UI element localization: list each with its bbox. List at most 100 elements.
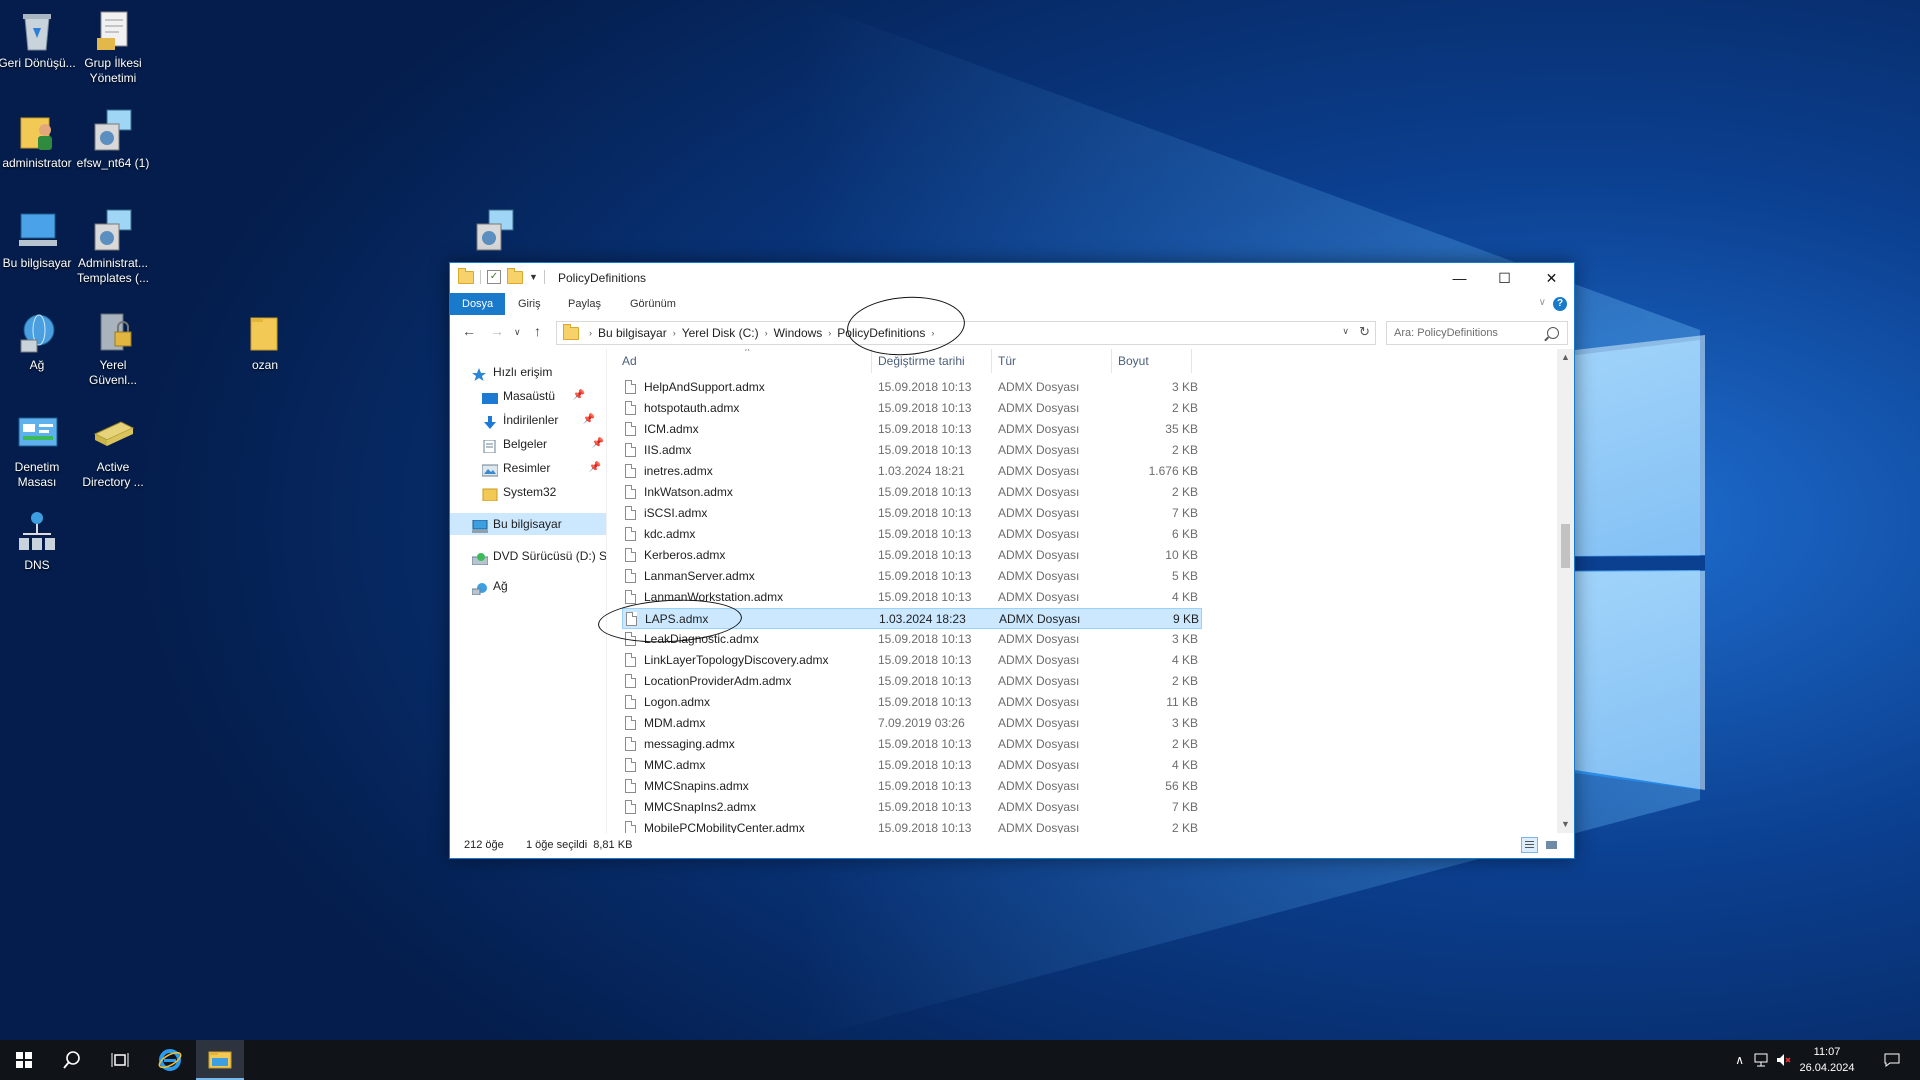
table-row[interactable]: MobilePCMobilityCenter.admx 15.09.2018 10… [622, 818, 1202, 833]
nav-item-desktop[interactable]: Masaüstü 📌 [482, 385, 585, 407]
internet-explorer-button[interactable] [146, 1040, 194, 1080]
column-date[interactable]: Değiştirme tarihi [872, 349, 992, 373]
table-row[interactable]: IIS.admx 15.09.2018 10:13 ADMX Dosyası 2 KB [622, 440, 1202, 461]
search-icon[interactable] [1547, 327, 1559, 339]
table-row[interactable]: Logon.admx 15.09.2018 10:13 ADMX Dosyası 11… [622, 692, 1202, 713]
breadcrumb-local-disk[interactable]: Yerel Disk (C:) [678, 326, 763, 340]
table-row[interactable]: MMCSnapins.admx 15.09.2018 10:13 ADMX Dosy… [622, 776, 1202, 797]
nav-quick-access[interactable]: Hızlı erişim [472, 361, 552, 383]
desktop-icon-network[interactable]: Ağ [0, 310, 78, 373]
large-icons-view-icon[interactable] [1543, 837, 1560, 853]
desktop-icon-admin-templates[interactable]: Administrat... Templates (... [72, 208, 154, 286]
volume-muted-icon[interactable] [1776, 1053, 1792, 1070]
table-row[interactable]: hotspotauth.admx 15.09.2018 10:13 ADMX Dos… [622, 398, 1202, 419]
breadcrumb-chevron-icon[interactable]: › [671, 328, 678, 338]
table-row[interactable]: MDM.admx 7.09.2019 03:26 ADMX Dosyası 3 KB [622, 713, 1202, 734]
nav-dvd-drive[interactable]: DVD Sürücüsü (D:) SS [471, 545, 606, 567]
clock[interactable]: 11:07 26.04.2024 [1792, 1044, 1862, 1076]
up-arrow-icon[interactable]: ↑ [534, 323, 541, 339]
table-row[interactable]: LinkLayerTopologyDiscovery.admx 15.09.201… [622, 650, 1202, 671]
breadcrumb-chevron-icon[interactable]: › [587, 328, 594, 338]
desktop-icon-ozan-folder[interactable]: ozan [224, 310, 306, 373]
desktop-icon-dns[interactable]: DNS [0, 510, 78, 573]
properties-check-icon[interactable]: ✓ [487, 270, 501, 284]
pin-icon[interactable]: 📌 [573, 385, 585, 407]
table-row[interactable]: messaging.admx 15.09.2018 10:13 ADMX Dosya… [622, 734, 1202, 755]
table-row[interactable]: HelpAndSupport.admx 15.09.2018 10:13 ADMX … [622, 377, 1202, 398]
nav-item-pictures[interactable]: Resimler 📌 [481, 457, 601, 479]
desktop-icon-group-policy[interactable]: Grup İlkesi Yönetimi [72, 8, 154, 86]
table-row[interactable]: kdc.admx 15.09.2018 10:13 ADMX Dosyası 6 KB [622, 524, 1202, 545]
pane-splitter[interactable] [606, 349, 607, 833]
refresh-icon[interactable]: ↻ [1359, 324, 1370, 340]
back-arrow-icon[interactable]: ← [462, 323, 476, 339]
start-button[interactable] [0, 1040, 48, 1080]
search-input[interactable]: Ara: PolicyDefinitions [1386, 321, 1568, 345]
vertical-scrollbar[interactable]: ▲ ▼ [1557, 349, 1574, 833]
nav-this-pc[interactable]: Bu bilgisayar [450, 513, 606, 535]
breadcrumb-chevron-icon[interactable]: › [763, 328, 770, 338]
breadcrumb-chevron-icon[interactable]: › [929, 328, 936, 338]
table-row[interactable]: iSCSI.admx 15.09.2018 10:13 ADMX Dosyası 7 … [622, 503, 1202, 524]
notifications-icon[interactable] [1884, 1053, 1900, 1070]
tab-home[interactable]: Giriş [508, 293, 551, 315]
column-type[interactable]: Tür [992, 349, 1112, 373]
table-row[interactable]: Kerberos.admx 15.09.2018 10:13 ADMX Dosyas… [622, 545, 1202, 566]
breadcrumb-chevron-icon[interactable]: › [826, 328, 833, 338]
breadcrumb-policydefinitions[interactable]: PolicyDefinitions [833, 326, 929, 340]
table-row[interactable]: LocationProviderAdm.admx 15.09.2018 10:13… [622, 671, 1202, 692]
table-row[interactable]: LAPS.admx 1.03.2024 18:23 ADMX Dosyası 9 KB [622, 608, 1202, 629]
pin-icon[interactable]: 📌 [589, 457, 601, 479]
recent-locations-dropdown-icon[interactable]: ∨ [514, 327, 521, 338]
pin-icon[interactable]: 📌 [583, 409, 595, 431]
desktop-icon-efsw[interactable]: efsw_nt64 (1) [72, 108, 154, 171]
desktop-icon-control-panel[interactable]: Denetim Masası [0, 412, 78, 490]
table-row[interactable]: inetres.admx 1.03.2024 18:21 ADMX Dosyası 1… [622, 461, 1202, 482]
nav-item-system32[interactable]: System32 [482, 481, 556, 503]
close-button[interactable]: ✕ [1529, 263, 1574, 293]
desktop-icon-administrator[interactable]: administrator [0, 108, 78, 171]
tab-file[interactable]: Dosya [450, 293, 506, 315]
column-name[interactable]: Ad [616, 349, 872, 373]
breadcrumb-this-pc[interactable]: Bu bilgisayar [594, 326, 671, 340]
scrollbar-thumb[interactable] [1561, 524, 1570, 568]
tab-view[interactable]: Görünüm [620, 293, 686, 315]
nav-network[interactable]: Ağ [471, 575, 508, 597]
file-explorer-taskbar-button[interactable] [196, 1040, 244, 1080]
nav-item-downloads[interactable]: İndirilenler 📌 [482, 409, 595, 431]
column-size[interactable]: Boyut [1112, 349, 1192, 373]
table-row[interactable]: MMC.admx 15.09.2018 10:13 ADMX Dosyası 4 KB [622, 755, 1202, 776]
expand-ribbon-chevron-icon[interactable]: ∨ [1539, 297, 1546, 308]
address-bar[interactable]: › Bu bilgisayar › Yerel Disk (C:) › Wind… [556, 321, 1376, 345]
network-icon[interactable] [1754, 1053, 1770, 1070]
desktop-icon-this-pc[interactable]: Bu bilgisayar [0, 208, 78, 271]
table-row[interactable]: LanmanWorkstation.admx 15.09.2018 10:13 AD… [622, 587, 1202, 608]
address-history-dropdown-icon[interactable]: ∨ [1342, 326, 1349, 337]
forward-arrow-icon[interactable]: → [490, 323, 504, 339]
table-row[interactable]: ICM.admx 15.09.2018 10:13 ADMX Dosyası 35 K… [622, 419, 1202, 440]
file-explorer-window[interactable]: ✓ ▼ PolicyDefinitions — ☐ ✕ Dosya Giriş … [449, 262, 1575, 859]
desktop-icon-installer-unlabeled[interactable] [454, 208, 536, 256]
title-bar[interactable]: ✓ ▼ PolicyDefinitions — ☐ ✕ [450, 263, 1574, 293]
desktop-icon-recycle-bin[interactable]: Geri Dönüşü... [0, 8, 78, 71]
task-view-button[interactable] [96, 1040, 144, 1080]
desktop-icon-local-security[interactable]: Yerel Güvenl... [72, 310, 154, 388]
table-row[interactable]: LanmanServer.admx 15.09.2018 10:13 ADMX Do… [622, 566, 1202, 587]
customize-toolbar-dropdown[interactable]: ▼ [529, 272, 538, 282]
scroll-up-arrow-icon[interactable]: ▲ [1557, 349, 1574, 366]
pin-icon[interactable]: 📌 [592, 433, 604, 455]
chevron-up-icon[interactable]: ∧ [1735, 1053, 1744, 1067]
desktop-icon-active-directory[interactable]: Active Directory ... [72, 412, 154, 490]
help-icon[interactable]: ? [1553, 297, 1567, 311]
search-button[interactable] [48, 1040, 96, 1080]
breadcrumb-windows[interactable]: Windows [770, 326, 827, 340]
nav-item-documents[interactable]: Belgeler 📌 [482, 433, 604, 455]
new-folder-icon[interactable] [507, 267, 523, 284]
details-view-icon[interactable] [1521, 837, 1538, 853]
tab-share[interactable]: Paylaş [558, 293, 611, 315]
scroll-down-arrow-icon[interactable]: ▼ [1557, 816, 1574, 833]
table-row[interactable]: MMCSnapIns2.admx 15.09.2018 10:13 ADMX Dos… [622, 797, 1202, 818]
minimize-button[interactable]: — [1437, 263, 1482, 293]
table-row[interactable]: LeakDiagnostic.admx 15.09.2018 10:13 ADMX … [622, 629, 1202, 650]
table-row[interactable]: InkWatson.admx 15.09.2018 10:13 ADMX Dosya… [622, 482, 1202, 503]
